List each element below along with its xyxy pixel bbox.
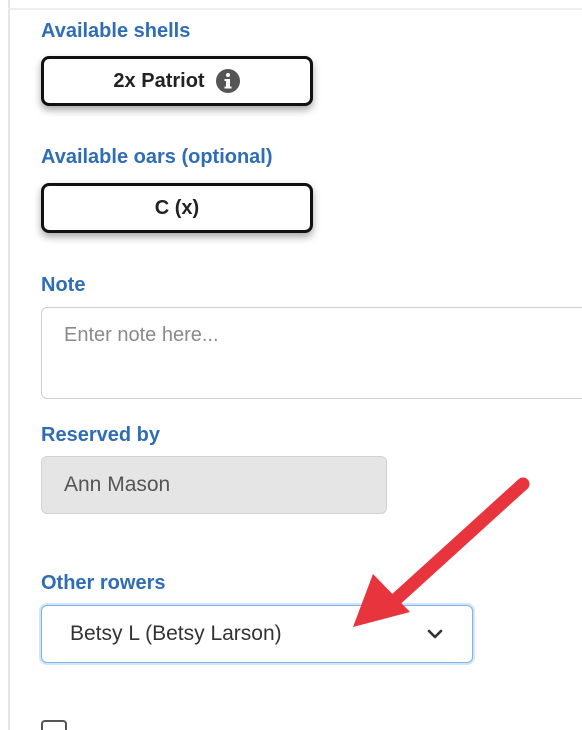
panel-top-border xyxy=(8,8,582,10)
chevron-down-icon xyxy=(426,625,444,643)
note-placeholder: Enter note here... xyxy=(64,324,219,346)
oars-label: Available oars (optional) xyxy=(41,146,273,168)
other-rowers-select[interactable]: Betsy L (Betsy Larson) xyxy=(41,605,473,663)
oar-option-label: C (x) xyxy=(154,196,200,219)
shells-label: Available shells xyxy=(41,20,191,42)
panel-left-border xyxy=(8,0,10,730)
reserved-by-label: Reserved by xyxy=(41,424,160,446)
note-textarea[interactable]: Enter note here... xyxy=(41,307,582,399)
reserved-by-value: Ann Mason xyxy=(64,473,171,496)
checkbox[interactable] xyxy=(41,720,67,730)
oar-option-button[interactable]: C (x) xyxy=(41,183,313,233)
shell-option-button[interactable]: 2x Patriot xyxy=(41,56,313,106)
shell-option-label: 2x Patriot xyxy=(113,69,205,92)
info-circle-icon[interactable] xyxy=(215,68,241,94)
other-rowers-label: Other rowers xyxy=(41,572,166,594)
note-label: Note xyxy=(41,274,86,296)
reservation-form: Available shells 2x Patriot Available oa… xyxy=(0,0,582,730)
other-rowers-value: Betsy L (Betsy Larson) xyxy=(70,622,282,645)
reserved-by-field: Ann Mason xyxy=(41,456,387,514)
